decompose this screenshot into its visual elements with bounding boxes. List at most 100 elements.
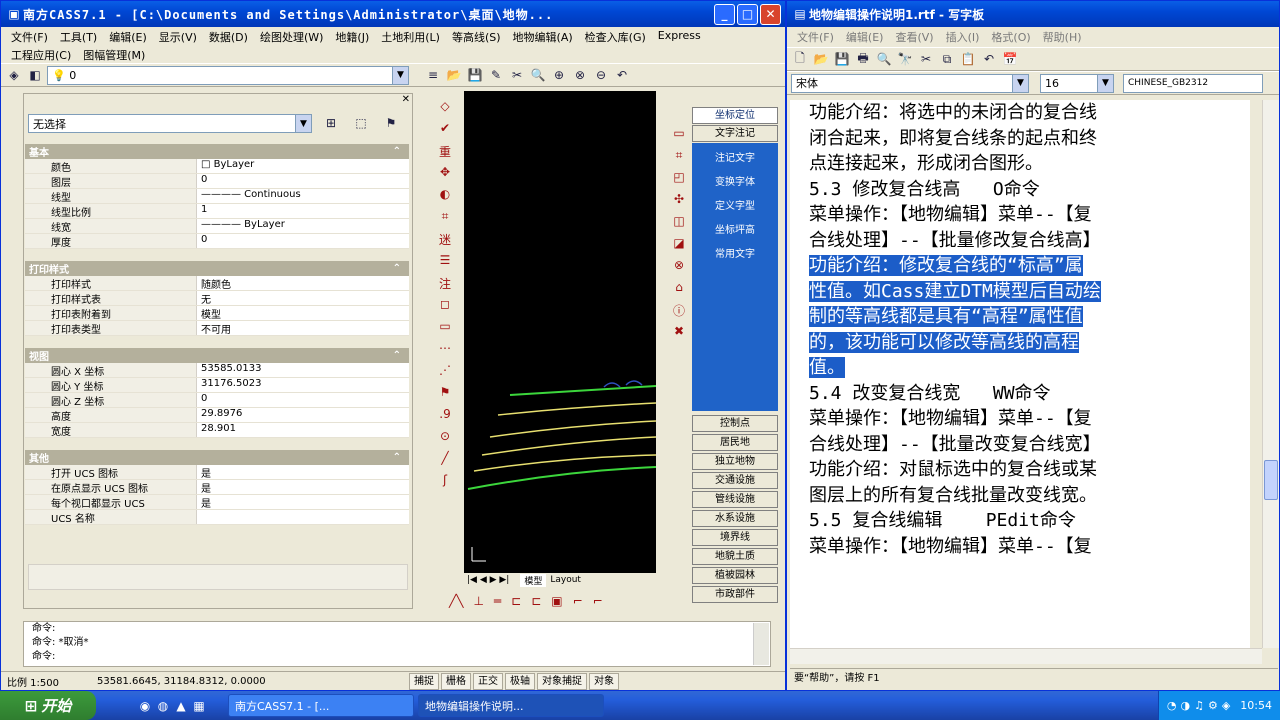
ortho-toggle[interactable]: 正交	[473, 673, 503, 690]
paste-icon[interactable]: 📋	[959, 50, 977, 68]
prop-row[interactable]: 在原点显示 UCS 图标是	[25, 480, 409, 495]
tool-icon[interactable]: .9	[439, 407, 450, 425]
undo-icon[interactable]: ↶	[613, 66, 631, 84]
task-cass[interactable]: 南方CASS7.1 - [...	[228, 694, 414, 717]
tool-icon[interactable]: ✣	[674, 192, 684, 210]
layer-combo[interactable]: 💡 0 ▼	[47, 65, 409, 85]
tool-icon[interactable]: ▣	[551, 594, 562, 608]
menu-format[interactable]: 格式(O)	[987, 28, 1038, 46]
prop-row[interactable]: 打开 UCS 图标是	[25, 465, 409, 480]
layer-state-icon[interactable]: ◧	[26, 66, 44, 84]
task-wordpad[interactable]: 地物编辑操作说明...	[418, 694, 604, 717]
prop-row[interactable]: 圆心 Z 坐标 0	[25, 393, 409, 408]
menu-data[interactable]: 数据(D)	[205, 28, 256, 46]
quicklaunch-icon[interactable]: ◍	[154, 697, 172, 715]
prop-row[interactable]: 圆心 Y 坐标 31176.5023	[25, 378, 409, 393]
preview-icon[interactable]: 🔍	[875, 50, 893, 68]
prop-row[interactable]: UCS 名称	[25, 510, 409, 525]
otrack-toggle[interactable]: 对象	[589, 673, 619, 690]
prop-row[interactable]: 每个视口都显示 UCS 是	[25, 495, 409, 510]
panel-item[interactable]: 定义字型	[692, 195, 778, 219]
snap-toggle[interactable]: 捕捉	[409, 673, 439, 690]
menu-edit[interactable]: 编辑(E)	[105, 28, 155, 46]
command-scrollbar[interactable]	[753, 623, 769, 665]
tab-nav-icon[interactable]: |◀ ◀ ▶ ▶|	[464, 575, 512, 585]
clock[interactable]: 10:54	[1240, 699, 1272, 712]
prop-row[interactable]: 厚度 0	[25, 234, 409, 249]
prop-row[interactable]: 线型比例 1	[25, 204, 409, 219]
tab-layout[interactable]: Layout	[546, 575, 585, 585]
document-body[interactable]: 功能介绍：将选中的未闭合的复合线 闭合起来，即将复合线条的起点和终 点连接起来，…	[790, 100, 1250, 648]
list-icon[interactable]: ≡	[424, 66, 442, 84]
menu-tools[interactable]: 工具(T)	[56, 28, 105, 46]
menu-view[interactable]: 查看(V)	[891, 28, 941, 46]
undo-icon[interactable]: ↶	[980, 50, 998, 68]
chevron-down-icon[interactable]: ▼	[392, 66, 408, 84]
tool-icon[interactable]: ◇	[440, 99, 449, 117]
select-objects-icon[interactable]: ⬚	[352, 114, 370, 132]
side-button[interactable]: 控制点	[692, 415, 778, 432]
menu-feature-edit[interactable]: 地物编辑(A)	[509, 28, 581, 46]
polar-toggle[interactable]: 极轴	[505, 673, 535, 690]
menu-landuse[interactable]: 土地利用(L)	[377, 28, 448, 46]
grid-toggle[interactable]: 栅格	[441, 673, 471, 690]
side-button[interactable]: 居民地	[692, 434, 778, 451]
tool-icon[interactable]: ◫	[673, 214, 684, 232]
drawing-canvas[interactable]	[464, 91, 657, 573]
menu-edit[interactable]: 编辑(E)	[842, 28, 892, 46]
tool-icon[interactable]: ⊏	[511, 594, 521, 608]
menu-sheet[interactable]: 图幅管理(M)	[79, 46, 153, 64]
side-button[interactable]: 市政部件	[692, 586, 778, 603]
collapse-icon[interactable]: ⌃	[393, 350, 401, 361]
zoom-prev-icon[interactable]: ⊖	[592, 66, 610, 84]
datetime-icon[interactable]: 📅	[1001, 50, 1019, 68]
quicklaunch-icon[interactable]: ▦	[190, 697, 208, 715]
panel-item[interactable]: 坐标坪高	[692, 219, 778, 243]
tool-icon[interactable]: ═	[494, 594, 501, 608]
collapse-icon[interactable]: ⌃	[393, 263, 401, 274]
tool-icon[interactable]: ╱╲	[449, 594, 463, 608]
tool-icon[interactable]: ▭	[673, 126, 684, 144]
section-print[interactable]: 打印样式 ⌃	[25, 261, 409, 276]
prop-row[interactable]: 图层 0	[25, 174, 409, 189]
menu-file[interactable]: 文件(F)	[793, 28, 842, 46]
panel-tab-coord[interactable]: 坐标定位	[692, 107, 778, 124]
tool-icon[interactable]: ◐	[440, 187, 450, 205]
tool-icon[interactable]: 迷	[439, 231, 451, 249]
tool-icon[interactable]: ☰	[440, 253, 451, 271]
save-icon[interactable]: 💾	[833, 50, 851, 68]
tool-icon[interactable]: ⓘ	[673, 302, 685, 320]
tool-icon[interactable]: ╱	[441, 451, 448, 469]
scroll-thumb[interactable]	[1264, 460, 1278, 500]
prop-row[interactable]: 圆心 X 坐标 53585.0133	[25, 363, 409, 378]
copy-icon[interactable]: ⧉	[938, 50, 956, 68]
tool-icon[interactable]: ⌗	[676, 148, 683, 166]
print-icon[interactable]: 🖶	[854, 50, 872, 68]
tool-icon[interactable]: ◻	[440, 297, 450, 315]
start-button[interactable]: ⊞ 开始	[0, 691, 96, 720]
side-button[interactable]: 地貌土质	[692, 548, 778, 565]
tool-icon[interactable]: ◰	[673, 170, 684, 188]
menu-drawing[interactable]: 绘图处理(W)	[256, 28, 331, 46]
tool-icon[interactable]: ⊏	[531, 594, 541, 608]
wordpad-titlebar[interactable]: ▤ 地物编辑操作说明1.rtf - 写字板	[787, 1, 1279, 27]
side-button[interactable]: 水系设施	[692, 510, 778, 527]
menu-express[interactable]: Express	[654, 28, 709, 46]
zoom-window-icon[interactable]: ⊕	[550, 66, 568, 84]
pencil-icon[interactable]: ✎	[487, 66, 505, 84]
tool-icon[interactable]: ⌐	[593, 594, 603, 608]
menu-cadastre[interactable]: 地籍(J)	[331, 28, 377, 46]
section-basic[interactable]: 基本 ⌃	[25, 144, 409, 159]
side-button[interactable]: 独立地物	[692, 453, 778, 470]
cut-icon[interactable]: ✂	[917, 50, 935, 68]
tray-icon[interactable]: ◔	[1167, 699, 1177, 712]
palette-close-icon[interactable]: ✕	[402, 94, 410, 105]
tray-icon[interactable]: ◑	[1180, 699, 1190, 712]
tool-icon[interactable]: ✔	[440, 121, 450, 139]
close-button[interactable]: ✕	[760, 3, 781, 25]
prop-row[interactable]: 宽度 28.901	[25, 423, 409, 438]
tray-icon[interactable]: ◈	[1222, 699, 1230, 712]
tray-icon[interactable]: ⚙	[1208, 699, 1218, 712]
collapse-icon[interactable]: ⌃	[393, 452, 401, 463]
prop-row[interactable]: 打印表类型 不可用	[25, 321, 409, 336]
